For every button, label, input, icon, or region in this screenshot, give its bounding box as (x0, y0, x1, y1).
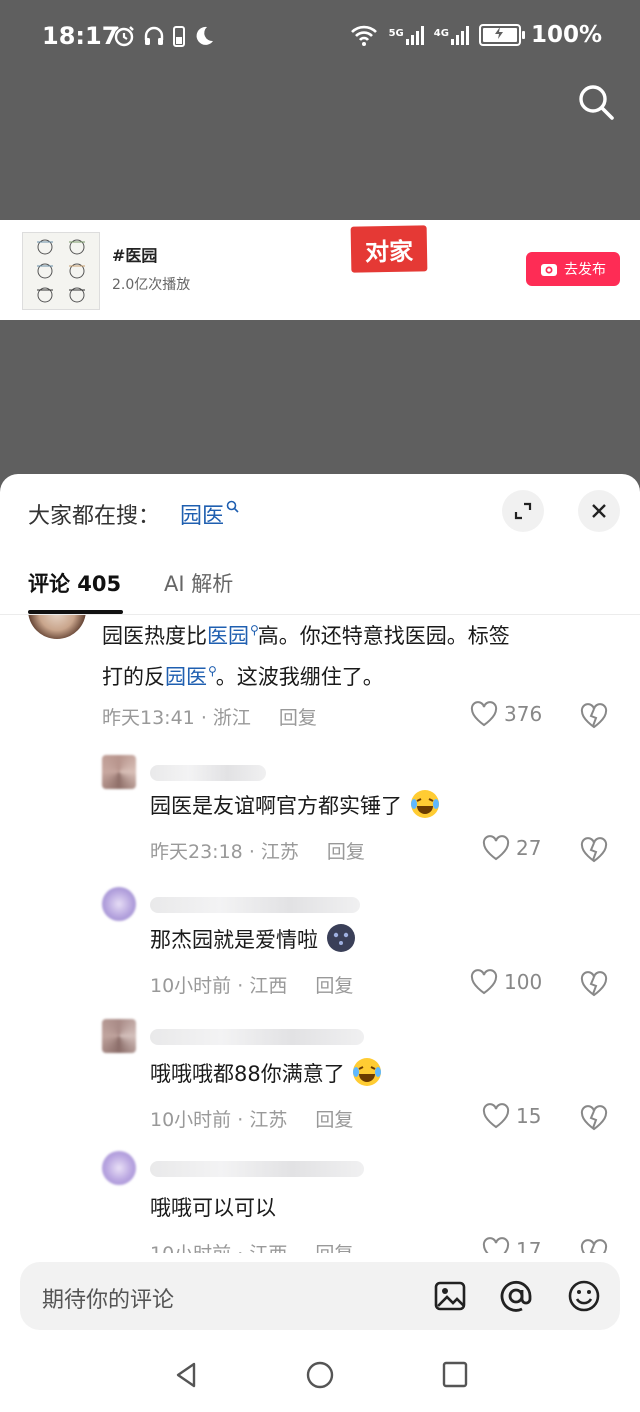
net-label-4g: 4G (433, 28, 449, 39)
comment-tabs: 评论 405 AI 解析 (0, 562, 640, 615)
close-button[interactable] (578, 490, 620, 532)
avatar[interactable] (102, 755, 136, 789)
comment-list[interactable]: 园医热度比医园⚲高。你还特意找医园。标签 打的反园医⚲。这波我绷住了。 昨天13… (0, 615, 640, 1253)
like-button[interactable]: 17 (482, 1237, 541, 1253)
reply-button[interactable]: 回复 (315, 1243, 353, 1253)
laughing-emoji-icon (410, 790, 439, 818)
comment-text: 哦哦哦都88你满意了 (150, 1055, 383, 1093)
comment-meta: 10小时前 · 江苏 回复 (150, 1109, 354, 1131)
username-blurred[interactable] (150, 1161, 364, 1177)
close-icon (592, 504, 606, 518)
comment-meta: 昨天23:18 · 江苏 回复 (150, 841, 365, 863)
camera-icon (541, 264, 557, 276)
like-count: 17 (516, 1238, 542, 1253)
username-blurred[interactable] (150, 897, 360, 913)
comment-text: 园医热度比医园⚲高。你还特意找医园。标签 打的反园医⚲。这波我绷住了。 (102, 623, 510, 689)
publish-label: 去发布 (564, 262, 606, 278)
broken-heart-icon[interactable] (580, 1239, 608, 1253)
comment-input-placeholder: 期待你的评论 (42, 1288, 175, 1313)
like-count: 27 (516, 836, 542, 860)
heart-icon (482, 1237, 510, 1253)
system-nav-bar (0, 1354, 640, 1412)
back-icon[interactable] (172, 1360, 202, 1390)
comment-meta: 10小时前 · 江西回复 (150, 975, 354, 997)
sticker-label: 对家 (350, 225, 428, 273)
avatar[interactable] (28, 615, 86, 639)
broken-heart-icon[interactable] (580, 1105, 608, 1131)
wifi-icon (350, 25, 377, 46)
like-button[interactable]: 376 (470, 701, 542, 727)
broken-heart-icon[interactable] (580, 837, 608, 863)
dark-face-emoji-icon (326, 924, 355, 952)
heart-icon (482, 835, 510, 861)
status-bar: 18:17 5G 4G 100% (0, 0, 640, 76)
comment-text: 哦哦可以可以 (150, 1196, 276, 1220)
alarm-icon (114, 26, 134, 47)
search-small-icon (226, 500, 239, 513)
keyword-link[interactable]: 园医⚲ (165, 664, 217, 689)
mention-icon[interactable] (498, 1278, 534, 1314)
laughing-emoji-icon (353, 1058, 382, 1086)
username-blurred[interactable] (150, 1029, 364, 1045)
home-icon[interactable] (304, 1360, 336, 1392)
like-count: 100 (504, 970, 543, 994)
tab-comments[interactable]: 评论 405 (28, 568, 121, 598)
avatar[interactable] (102, 887, 136, 921)
like-button[interactable]: 27 (482, 835, 541, 861)
topic-plays: 2.0亿次播放 (112, 277, 191, 293)
search-icon[interactable] (576, 82, 616, 122)
net-label-5g: 5G (388, 28, 404, 39)
broken-heart-icon[interactable] (580, 971, 608, 997)
comment-text: 那杰园就是爱情啦 (150, 921, 357, 959)
tab-ai-analysis[interactable]: AI 解析 (164, 568, 233, 598)
expand-button[interactable] (502, 490, 544, 532)
tab-indicator (28, 610, 123, 614)
username-blurred[interactable] (150, 765, 266, 781)
recents-icon[interactable] (440, 1360, 470, 1390)
comment-text: 园医是友谊啊官方都实锤了 (150, 787, 441, 825)
heart-icon (482, 1103, 510, 1129)
avatar[interactable] (102, 1019, 136, 1053)
phone-battery-icon (173, 26, 185, 47)
battery-percent: 100% (530, 22, 602, 48)
headphones-icon (144, 26, 164, 45)
comment-sheet: 大家都在搜： 园医 评论 405 AI 解析 园医热度比医园⚲高。你还特意找医园… (0, 474, 640, 1412)
signal-icon (405, 25, 424, 45)
image-icon[interactable] (432, 1278, 468, 1314)
reply-button[interactable]: 回复 (279, 707, 317, 729)
comment-input[interactable]: 期待你的评论 (20, 1262, 620, 1330)
reply-button[interactable]: 回复 (327, 841, 365, 863)
signal-icon-2 (450, 25, 469, 45)
heart-icon (470, 701, 498, 727)
reply-button[interactable]: 回复 (315, 1109, 353, 1131)
battery-icon (478, 24, 525, 46)
status-icons-left (112, 24, 216, 48)
hot-search-term[interactable]: 园医 (180, 498, 239, 530)
heart-icon (470, 969, 498, 995)
like-count: 376 (504, 702, 543, 726)
expand-icon (514, 502, 532, 520)
reply-button[interactable]: 回复 (315, 975, 353, 997)
like-button[interactable]: 15 (482, 1103, 541, 1129)
topic-title[interactable]: #医园 (112, 242, 157, 266)
like-count: 15 (516, 1104, 542, 1128)
keyword-link[interactable]: 医园⚲ (207, 623, 259, 648)
clock: 18:17 (42, 22, 119, 50)
comment-meta: 10小时前 · 江西回复 (150, 1239, 353, 1253)
moon-icon (196, 26, 213, 45)
broken-heart-icon[interactable] (580, 703, 608, 729)
status-icons-right: 5G 4G 100% (349, 22, 602, 48)
topic-thumbnail (22, 232, 100, 310)
comment-meta: 昨天13:41 · 浙江 回复 (102, 707, 317, 729)
avatar[interactable] (102, 1151, 136, 1185)
emoji-icon[interactable] (566, 1278, 602, 1314)
like-button[interactable]: 100 (470, 969, 542, 995)
publish-button[interactable]: 去发布 (526, 252, 620, 286)
hot-search-label: 大家都在搜： (28, 504, 161, 529)
